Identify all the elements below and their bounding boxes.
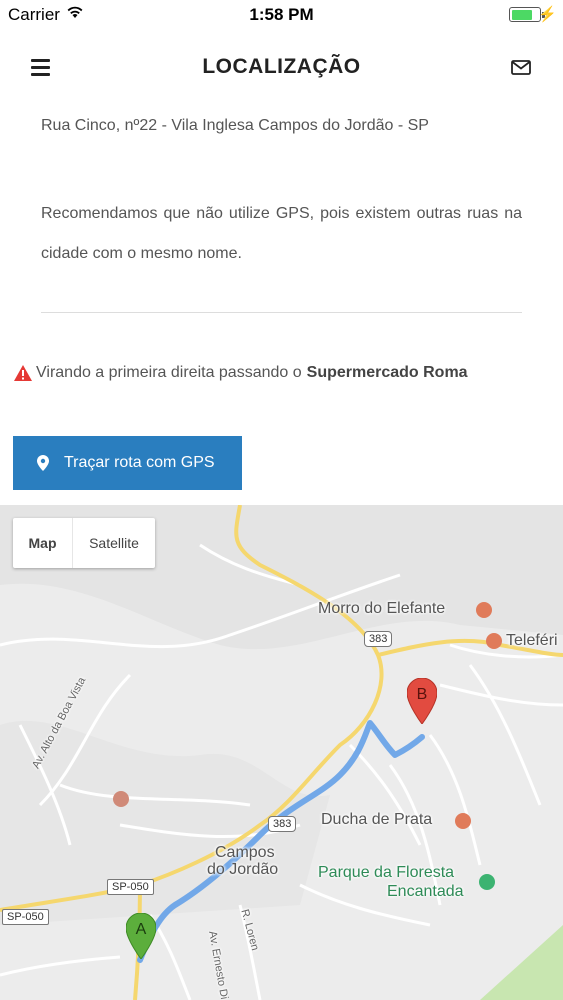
envelope-icon[interactable] bbox=[511, 60, 531, 75]
poi-teleferico-icon[interactable] bbox=[486, 633, 502, 649]
warning-text: Virando a primeira direita passando o bbox=[36, 364, 302, 381]
battery-icon bbox=[509, 7, 541, 22]
poi-ducha-icon[interactable] bbox=[455, 813, 471, 829]
clock: 1:58 PM bbox=[249, 5, 314, 24]
map-view[interactable]: Map Satellite Morro do Elefante Teleféri… bbox=[0, 505, 563, 1000]
poi-camera-icon[interactable] bbox=[476, 602, 492, 618]
map-label-campos-2: do Jordão bbox=[207, 861, 279, 878]
map-type-satellite-button[interactable]: Satellite bbox=[73, 518, 155, 568]
map-type-map-button[interactable]: Map bbox=[13, 518, 73, 568]
map-pin-icon bbox=[37, 455, 49, 471]
directions-warning: Virando a primeira direita passando o Su… bbox=[13, 364, 468, 382]
gps-note-text: Recomendamos que não utilize GPS, pois e… bbox=[41, 205, 522, 262]
divider bbox=[41, 312, 522, 313]
charging-bolt-icon: ⚡ bbox=[538, 6, 557, 23]
map-label-campos-1: Campos bbox=[215, 844, 275, 861]
road-shield-sp050-a: SP-050 bbox=[107, 879, 154, 895]
map-label-parque-1: Parque da Floresta bbox=[318, 864, 455, 881]
address-text: Rua Cinco, nº22 - Vila Inglesa Campos do… bbox=[41, 117, 429, 134]
map-marker-a-label: A bbox=[136, 921, 147, 938]
warning-triangle-icon bbox=[14, 365, 32, 381]
page-title: LOCALIZAÇÃO bbox=[202, 55, 361, 78]
header: LOCALIZAÇÃO bbox=[0, 40, 563, 96]
route-gps-button[interactable]: Traçar rota com GPS bbox=[13, 436, 242, 490]
status-bar: Carrier 1:58 PM ⚡ bbox=[0, 0, 563, 30]
route-gps-button-label: Traçar rota com GPS bbox=[64, 454, 215, 471]
map-base[interactable] bbox=[0, 505, 563, 1000]
map-label-morro: Morro do Elefante bbox=[318, 600, 446, 617]
battery-level-fill bbox=[511, 9, 533, 20]
poi-landmark-icon[interactable] bbox=[113, 791, 129, 807]
warning-place: Supermercado Roma bbox=[306, 364, 468, 381]
road-shield-383-top: 383 bbox=[364, 631, 393, 647]
map-type-control: Map Satellite bbox=[13, 518, 155, 568]
road-shield-sp050-b: SP-050 bbox=[2, 909, 49, 925]
map-marker-b-label: B bbox=[417, 686, 428, 703]
map-label-ducha: Ducha de Prata bbox=[321, 811, 433, 828]
map-marker-b[interactable]: B bbox=[407, 678, 437, 724]
map-marker-a[interactable]: A bbox=[126, 913, 156, 959]
map-label-parque-2: Encantada bbox=[387, 883, 464, 900]
road-shield-383-mid: 383 bbox=[268, 816, 297, 832]
poi-park-icon[interactable] bbox=[479, 874, 495, 890]
map-label-teleferico: Teleféri bbox=[506, 632, 558, 649]
